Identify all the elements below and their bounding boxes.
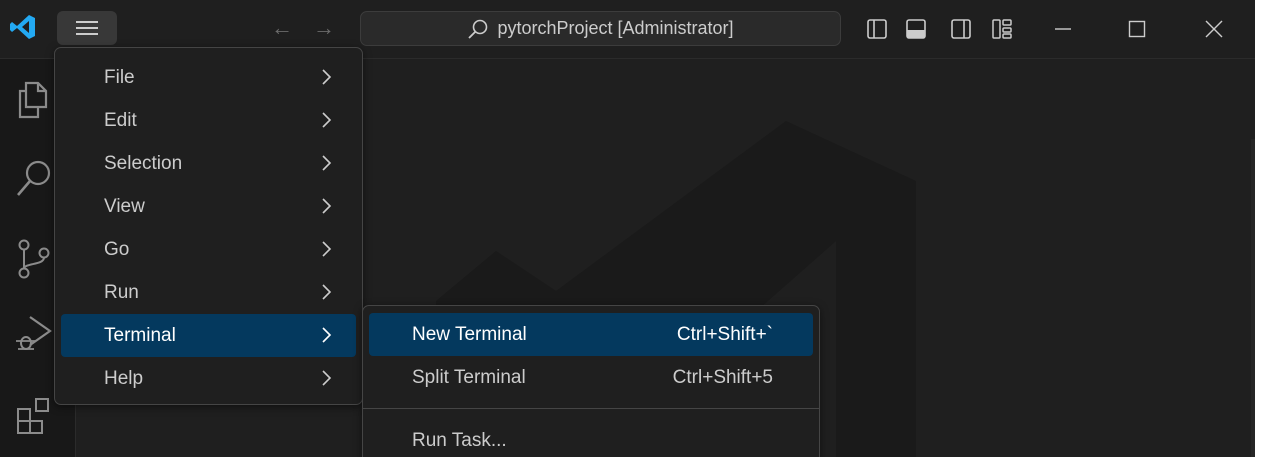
toggle-panel-icon[interactable] (905, 18, 927, 40)
explorer-icon[interactable] (12, 77, 56, 121)
go-back-button[interactable]: ← (268, 14, 296, 42)
menu-item-label: View (104, 195, 145, 217)
maximize-button[interactable] (1117, 10, 1157, 48)
menu-item-label: Selection (104, 152, 183, 174)
menu-item-label: Run (104, 281, 139, 303)
chevron-right-icon (322, 112, 332, 128)
arrow-left-icon: ← (271, 15, 293, 40)
menu-item-help[interactable]: Help (61, 357, 356, 400)
terminal-submenu: New Terminal Ctrl+Shift+` Split Terminal… (362, 305, 820, 457)
search-icon[interactable] (12, 157, 56, 201)
menu-item-run-task[interactable]: Run Task... (369, 419, 813, 457)
customize-layout-icon[interactable] (991, 18, 1013, 40)
menu-item-edit[interactable]: Edit (61, 99, 356, 142)
chevron-right-icon (322, 284, 332, 300)
source-control-icon[interactable] (12, 237, 56, 281)
window-title: pytorchProject [Administrator] (497, 18, 734, 38)
search-icon (468, 19, 488, 39)
editor-scrollbar[interactable] (1251, 139, 1255, 457)
arrow-right-icon: → (313, 15, 335, 40)
menu-item-label: Split Terminal (412, 366, 526, 388)
keyboard-shortcut: Ctrl+Shift+5 (672, 366, 773, 388)
maximize-icon (1128, 20, 1146, 38)
menu-item-label: Go (104, 238, 130, 260)
menu-item-terminal[interactable]: Terminal (61, 314, 356, 357)
menu-item-run[interactable]: Run (61, 271, 356, 314)
extensions-icon[interactable] (12, 395, 56, 439)
run-debug-icon[interactable] (12, 311, 56, 355)
command-center-search[interactable]: pytorchProject [Administrator] (360, 11, 841, 46)
close-icon (1205, 20, 1223, 38)
menu-item-label: Run Task... (412, 429, 507, 451)
menu-item-selection[interactable]: Selection (61, 142, 356, 185)
toggle-secondary-sidebar-icon[interactable] (950, 18, 972, 40)
hamburger-menu-icon (76, 21, 98, 35)
menu-item-label: Edit (104, 109, 137, 131)
menu-item-split-terminal[interactable]: Split Terminal Ctrl+Shift+5 (369, 356, 813, 399)
application-menu: File Edit Selection View Go Run Terminal (54, 47, 363, 405)
chevron-right-icon (322, 198, 332, 214)
keyboard-shortcut: Ctrl+Shift+` (676, 323, 773, 345)
menu-item-label: New Terminal (412, 323, 527, 345)
close-window-button[interactable] (1194, 10, 1234, 48)
menu-item-go[interactable]: Go (61, 228, 356, 271)
menu-item-new-terminal[interactable]: New Terminal Ctrl+Shift+` (369, 313, 813, 356)
menu-item-label: Terminal (104, 324, 176, 346)
menu-item-label: File (104, 66, 135, 88)
chevron-right-icon (322, 155, 332, 171)
application-menu-button[interactable] (57, 11, 117, 45)
menu-item-label: Help (104, 367, 144, 389)
vscode-window: ← → pytorchProject [Administrator] File … (0, 0, 1255, 457)
chevron-right-icon (322, 370, 332, 386)
minimize-icon (1055, 28, 1071, 30)
menu-item-view[interactable]: View (61, 185, 356, 228)
toggle-primary-sidebar-icon[interactable] (866, 18, 888, 40)
chevron-right-icon (322, 327, 332, 343)
minimize-button[interactable] (1043, 10, 1083, 48)
vscode-logo-icon (10, 15, 35, 39)
menu-separator (363, 408, 819, 409)
go-forward-button[interactable]: → (310, 14, 338, 42)
chevron-right-icon (322, 69, 332, 85)
chevron-right-icon (322, 241, 332, 257)
menu-item-file[interactable]: File (61, 56, 356, 99)
